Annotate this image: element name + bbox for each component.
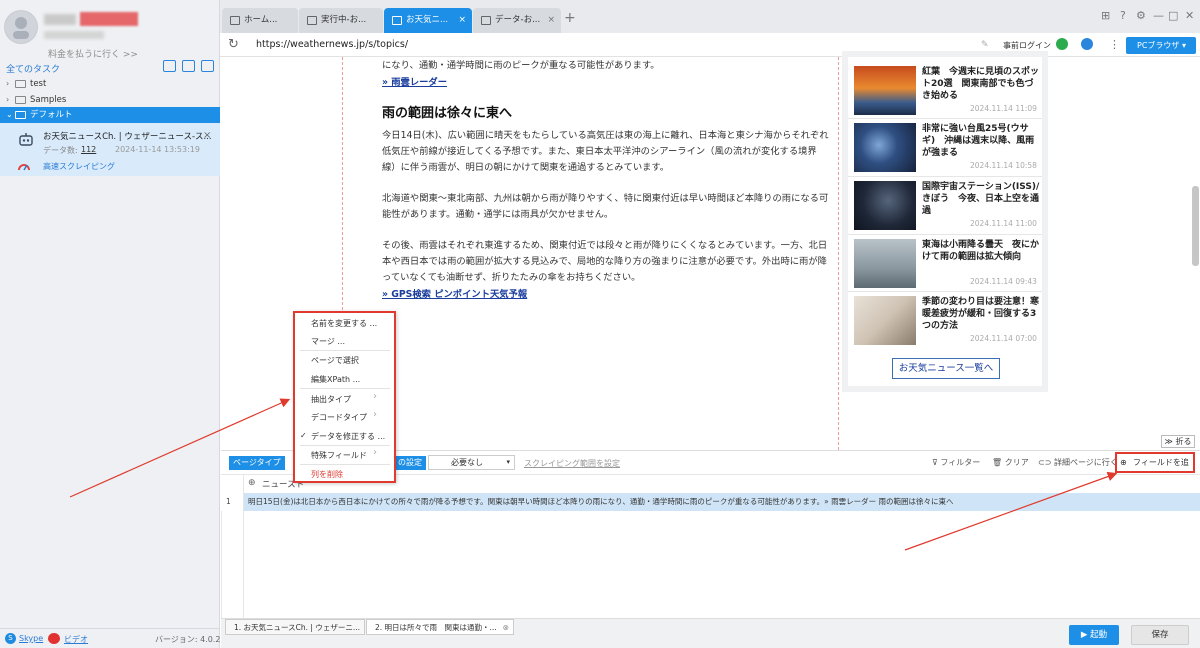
annotation-arrows (69, 398, 1118, 551)
